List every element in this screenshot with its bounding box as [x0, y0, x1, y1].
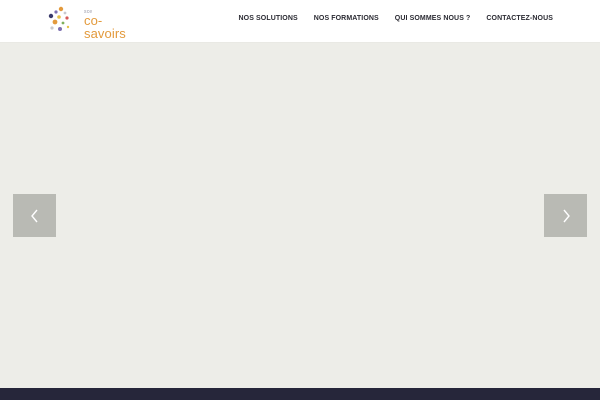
- footer-band: [0, 388, 600, 400]
- hero-slider: [0, 43, 600, 388]
- slider-prev-button[interactable]: [13, 194, 56, 237]
- nav-item-qui-sommes-nous[interactable]: QUI SOMMES NOUS ?: [395, 15, 471, 22]
- chevron-left-icon: [30, 209, 38, 222]
- logo-brand-text: co-savoirs: [84, 13, 126, 41]
- nav-item-formations[interactable]: NOS FORMATIONS: [314, 15, 379, 22]
- nav-item-contact[interactable]: CONTACTEZ-NOUS: [486, 15, 553, 22]
- nav-item-solutions[interactable]: NOS SOLUTIONS: [239, 15, 298, 22]
- site-header: sce co-savoirs NOS SOLUTIONS NOS FORMATI…: [0, 0, 600, 43]
- logo[interactable]: sce co-savoirs: [47, 6, 127, 40]
- chevron-right-icon: [562, 209, 570, 222]
- slider-next-button[interactable]: [544, 194, 587, 237]
- logo-dots-icon: [48, 6, 70, 31]
- main-nav: NOS SOLUTIONS NOS FORMATIONS QUI SOMMES …: [223, 15, 554, 22]
